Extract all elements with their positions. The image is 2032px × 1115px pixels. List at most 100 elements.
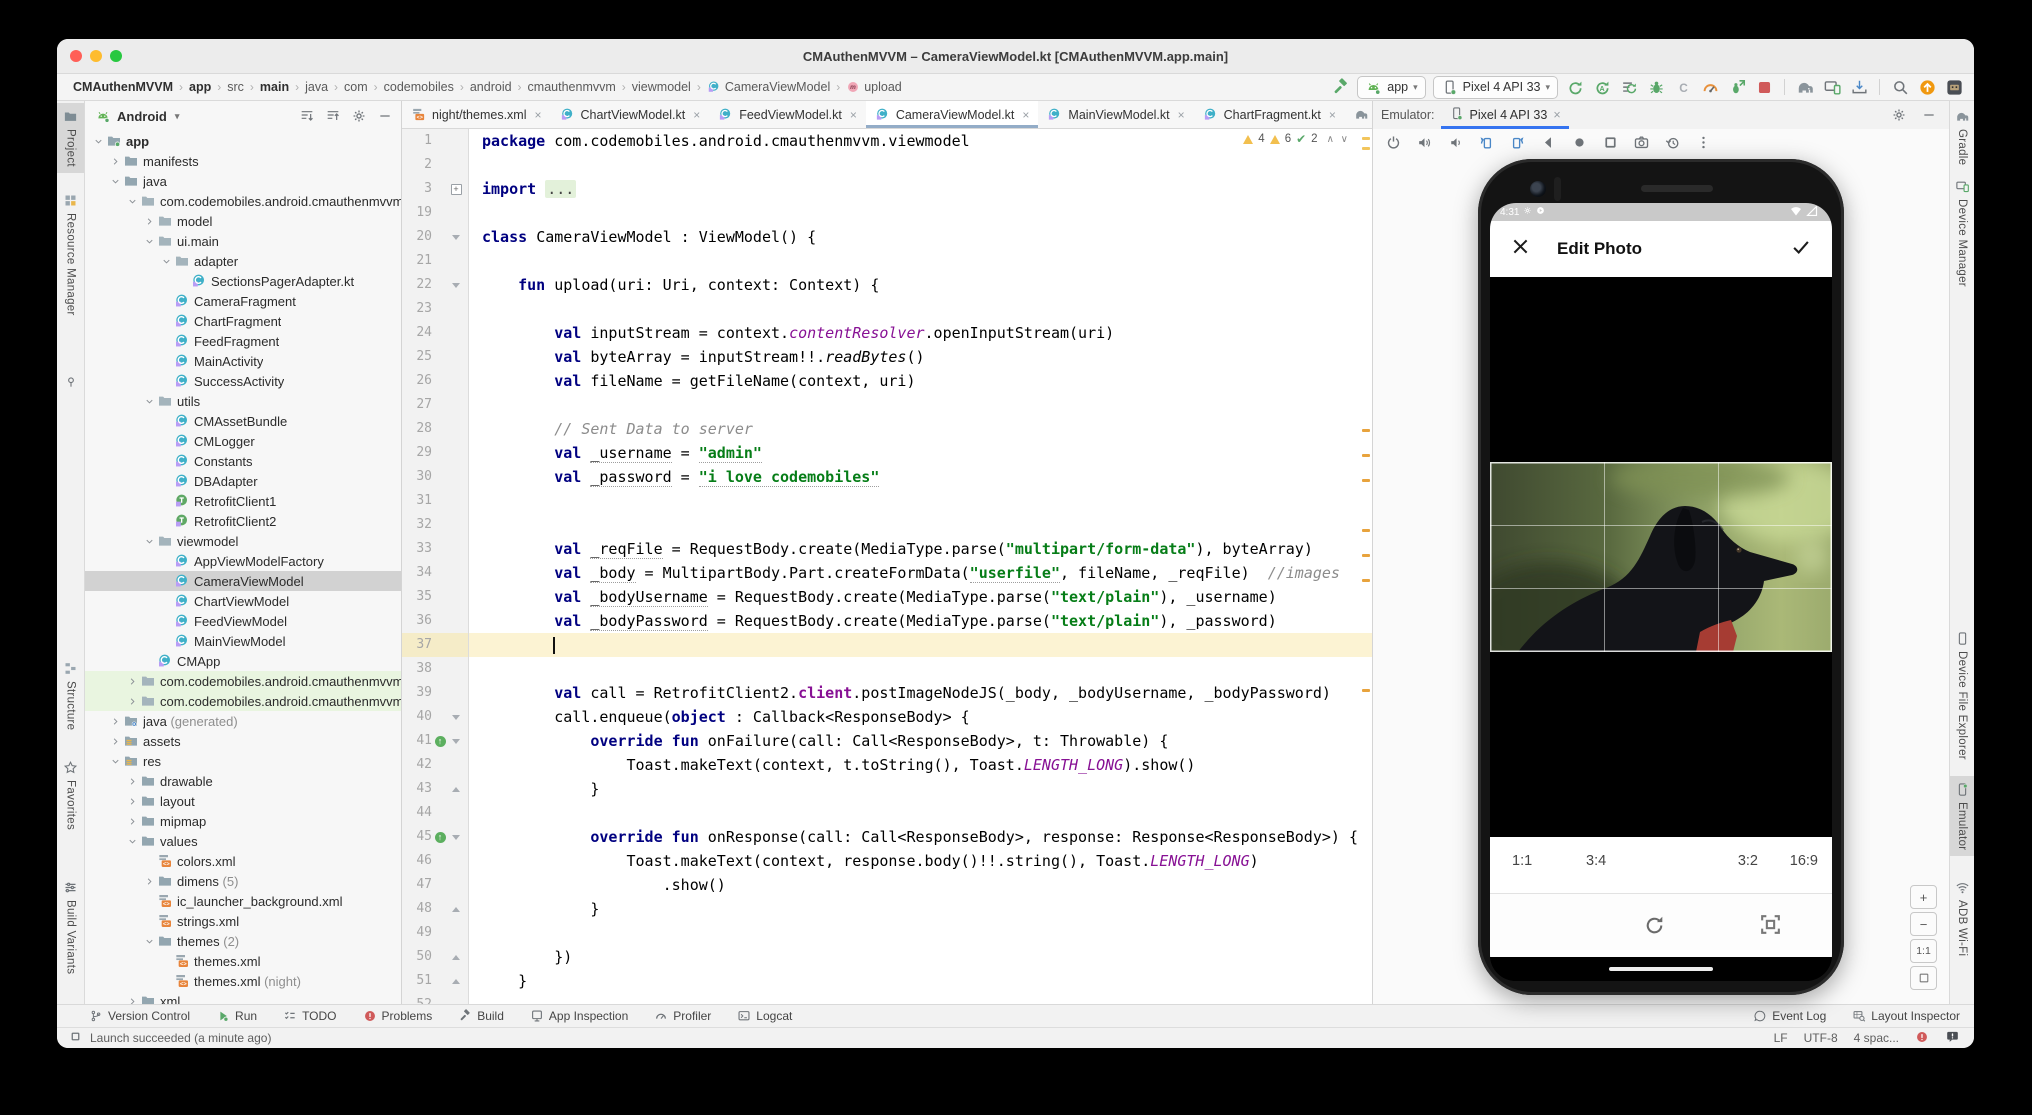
minus-icon[interactable] (375, 106, 395, 126)
gear-icon[interactable] (1889, 105, 1909, 125)
code-line-29[interactable]: 29 val _username = "admin" (402, 441, 1372, 465)
tree-item-appviewmodelfactory[interactable]: AppViewModelFactory (85, 551, 401, 571)
tree-item-ic-launcher-background-xml[interactable]: <>ic_launcher_background.xml (85, 891, 401, 911)
aspect-ratio-3-4[interactable]: 3:4 (1586, 853, 1606, 869)
tree-item-java[interactable]: java (85, 171, 401, 191)
stripe-mark[interactable] (1362, 529, 1370, 532)
gesture-bar[interactable] (1609, 967, 1713, 972)
volume-up-icon[interactable] (1414, 132, 1434, 152)
toolwindow-event-log[interactable]: Event Log (1753, 1009, 1826, 1023)
code-line-25[interactable]: 25 val byteArray = inputStream!!.readByt… (402, 345, 1372, 369)
code-line-21[interactable]: 21 (402, 249, 1372, 273)
tree-item-themes-xml[interactable]: <>themes.xml (night) (85, 971, 401, 991)
emulator-device-tab[interactable]: Pixel 4 API 33 × (1441, 101, 1569, 129)
tree-item-strings-xml[interactable]: <>strings.xml (85, 911, 401, 931)
collapse-all-icon[interactable] (323, 106, 343, 126)
code-line-47[interactable]: 47 .show() (402, 873, 1372, 897)
tool-strip-item-project[interactable]: Project (57, 103, 84, 173)
tree-item-retrofitclient2[interactable]: RetrofitClient2 (85, 511, 401, 531)
more-icon[interactable] (1693, 132, 1713, 152)
tree-item-themes[interactable]: themes (2) (85, 931, 401, 951)
code-line-34[interactable]: 34 val _body = MultipartBody.Part.create… (402, 561, 1372, 585)
breadcrumb-item[interactable]: app (187, 80, 213, 94)
close-tab-icon[interactable]: × (693, 108, 700, 122)
code-line-41[interactable]: 41↑ override fun onFailure(call: Call<Re… (402, 729, 1372, 753)
close-window-button[interactable] (70, 50, 82, 62)
tool-strip-item-resource-manager[interactable]: Resource Manager (57, 187, 84, 322)
toolwindow-run[interactable]: Run (216, 1009, 257, 1023)
tree-item-manifests[interactable]: manifests (85, 151, 401, 171)
tree-item-camerafragment[interactable]: CameraFragment (85, 291, 401, 311)
breadcrumb-item[interactable]: java (303, 80, 330, 94)
breadcrumb-item[interactable]: com (342, 80, 370, 94)
code-line-52[interactable]: 52 (402, 993, 1372, 1004)
code-line-43[interactable]: 43 } (402, 777, 1372, 801)
code-line-40[interactable]: 40 call.enqueue(object : Callback<Respon… (402, 705, 1372, 729)
tree-item-mainactivity[interactable]: MainActivity (85, 351, 401, 371)
tree-item-res[interactable]: res (85, 751, 401, 771)
code-line-35[interactable]: 35 val _bodyUsername = RequestBody.creat… (402, 585, 1372, 609)
overview-icon[interactable] (1600, 132, 1620, 152)
tree-item-colors-xml[interactable]: <>colors.xml (85, 851, 401, 871)
error-badge-icon[interactable] (1915, 1030, 1929, 1047)
zoom-in-button[interactable]: + (1910, 885, 1937, 909)
code-line-50[interactable]: 50 }) (402, 945, 1372, 969)
close-tab-icon[interactable]: × (850, 108, 857, 122)
tree-item-model[interactable]: model (85, 211, 401, 231)
tool-strip-item-device-manager[interactable]: Device Manager (1950, 173, 1974, 293)
code-line-36[interactable]: 36 val _bodyPassword = RequestBody.creat… (402, 609, 1372, 633)
home-icon[interactable] (1569, 132, 1589, 152)
tree-item-values[interactable]: values (85, 831, 401, 851)
code-line-42[interactable]: 42 Toast.makeText(context, t.toString(),… (402, 753, 1372, 777)
line-ending-indicator[interactable]: LF (1774, 1031, 1788, 1045)
attach-debugger-icon[interactable] (1727, 77, 1747, 97)
build-hammer-icon[interactable] (1331, 78, 1350, 97)
tree-item-feedfragment[interactable]: FeedFragment (85, 331, 401, 351)
tree-item-com-codemobiles-android-cmauthenmvvm[interactable]: com.codemobiles.android.cmauthenmvvm (85, 691, 401, 711)
profile-icon[interactable]: C (1673, 77, 1693, 97)
code-line-1[interactable]: 1package com.codemobiles.android.cmauthe… (402, 129, 1372, 153)
code-line-38[interactable]: 38 (402, 657, 1372, 681)
debug-icon[interactable] (1646, 77, 1666, 97)
tool-strip-item-emulator[interactable]: Emulator (1950, 776, 1974, 856)
target-device-select[interactable]: Pixel 4 API 33▾ (1433, 76, 1558, 99)
device-manager-icon[interactable] (1822, 77, 1842, 97)
toolwindow-version-control[interactable]: Version Control (89, 1009, 190, 1023)
tree-item-cmapp[interactable]: CMApp (85, 651, 401, 671)
back-icon[interactable] (1538, 132, 1558, 152)
override-marker-icon[interactable]: ↑ (435, 832, 446, 843)
tree-item-com-codemobiles-android-cmauthenmvvm[interactable]: com.codemobiles.android.cmauthenmvvm (85, 191, 401, 211)
tree-item-cameraviewmodel[interactable]: CameraViewModel (85, 571, 401, 591)
code-line-45[interactable]: 45↑ override fun onResponse(call: Call<R… (402, 825, 1372, 849)
tree-item-xml[interactable]: xml (85, 991, 401, 1004)
tool-strip-item-build-variants[interactable]: Build Variants (57, 874, 84, 980)
indent-indicator[interactable]: 4 spac... (1854, 1031, 1899, 1045)
tree-item-successactivity[interactable]: SuccessActivity (85, 371, 401, 391)
breadcrumb-item[interactable]: mupload (844, 80, 904, 94)
tree-item-java[interactable]: java (generated) (85, 711, 401, 731)
rerun-a-icon[interactable]: A (1592, 77, 1612, 97)
tool-strip-item-gradle[interactable]: Gradle (1950, 103, 1974, 171)
notification-icon[interactable] (1945, 1029, 1960, 1047)
restart-list-icon[interactable] (1619, 77, 1639, 97)
tree-item-drawable[interactable]: drawable (85, 771, 401, 791)
stripe-mark[interactable] (1362, 137, 1370, 140)
run-configuration-select[interactable]: app▾ (1357, 76, 1425, 99)
stripe-mark[interactable] (1362, 454, 1370, 457)
toolwindow-todo[interactable]: TODO (283, 1009, 336, 1023)
updates-icon[interactable] (1917, 77, 1937, 97)
code-line-2[interactable]: 2 (402, 153, 1372, 177)
tool-strip-item-adb-wi-fi[interactable]: ADB Wi-Fi (1950, 874, 1974, 962)
tree-item-mipmap[interactable]: mipmap (85, 811, 401, 831)
stripe-mark[interactable] (1362, 689, 1370, 692)
encoding-indicator[interactable]: UTF-8 (1804, 1031, 1838, 1045)
zoom-window-button[interactable] (110, 50, 122, 62)
stripe-mark[interactable] (1362, 429, 1370, 432)
rotate-icon[interactable] (1642, 912, 1667, 942)
tool-strip-item-device-file-explorer[interactable]: Device File Explorer (1950, 625, 1974, 766)
tree-item-adapter[interactable]: adapter (85, 251, 401, 271)
toolwindow-logcat[interactable]: Logcat (737, 1009, 792, 1023)
code-line-32[interactable]: 32 (402, 513, 1372, 537)
snapshots-icon[interactable] (1662, 132, 1682, 152)
editor-tab-mainviewmodel-kt[interactable]: MainViewModel.kt× (1038, 101, 1193, 128)
